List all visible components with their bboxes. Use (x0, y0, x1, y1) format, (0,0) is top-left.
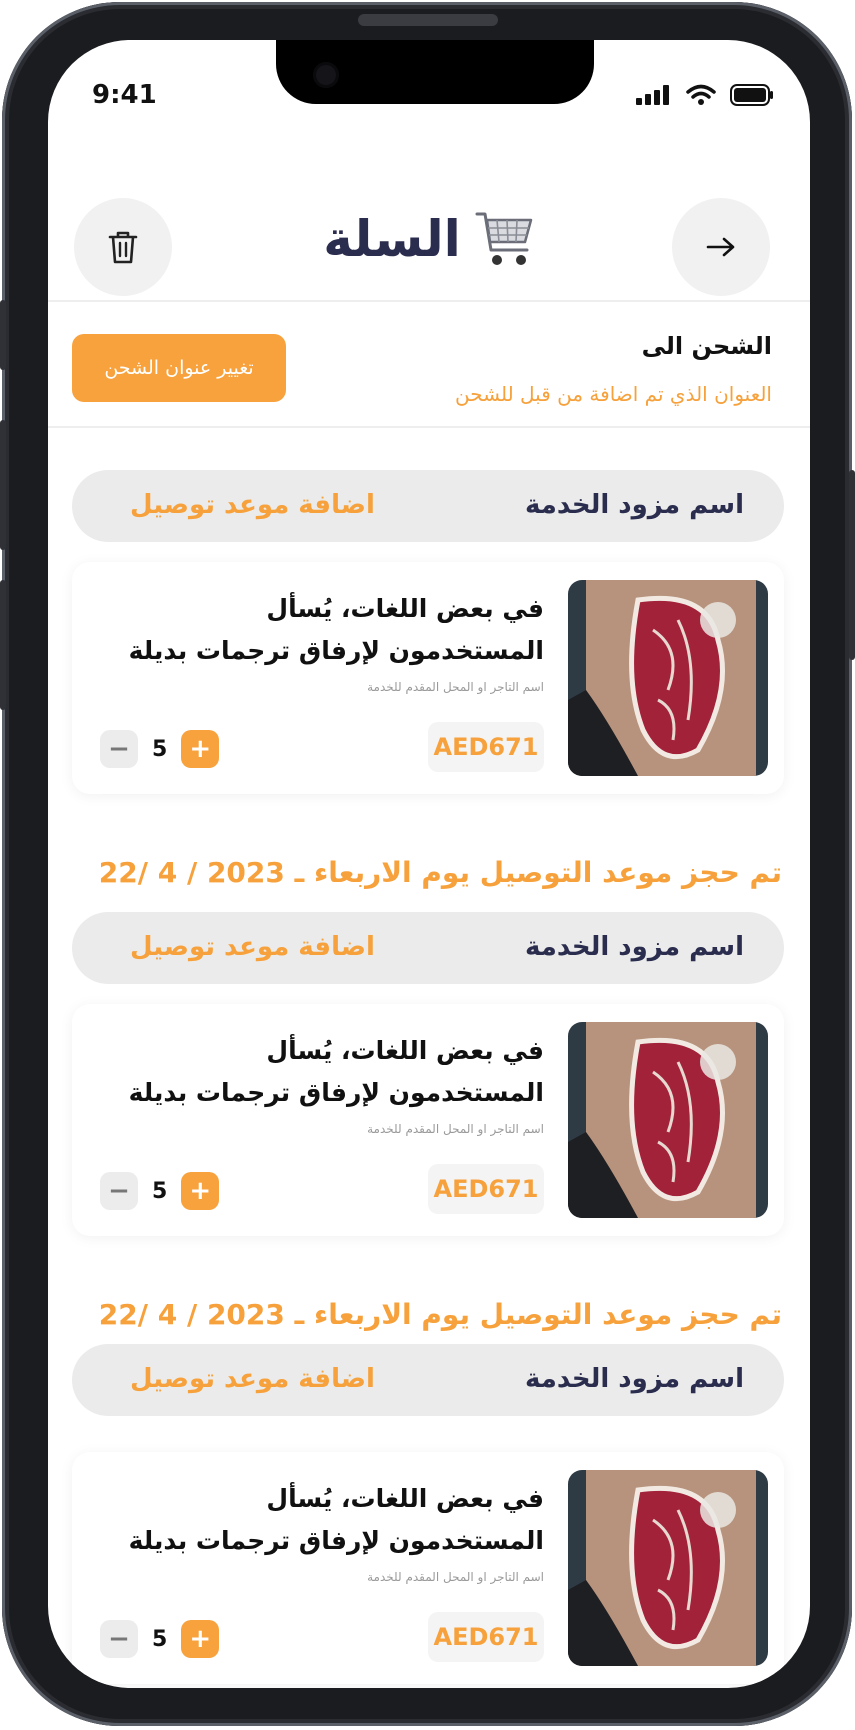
quantity-stepper: − 5 + (100, 1172, 220, 1210)
increase-qty-button[interactable]: + (181, 730, 220, 768)
product-image (568, 1022, 768, 1218)
shipping-section: الشحن الى العنوان الذي تم اضافة من قبل ل… (48, 302, 810, 426)
product-card: في بعض اللغات، يُسأل المستخدمون لإرفاق ت… (72, 562, 784, 794)
quantity-stepper: − 5 + (100, 1620, 220, 1658)
shipping-label: الشحن الى (641, 332, 772, 360)
quantity-value: 5 (152, 1178, 168, 1204)
delivery-booked-text: تم حجز موعد التوصيل يوم الاربعاء ـ 2023 … (98, 856, 782, 889)
product-title: في بعض اللغات، يُسأل المستخدمون لإرفاق ت… (128, 1036, 544, 1107)
product-price: AED671 (428, 1164, 544, 1214)
merchant-name: اسم التاجر او المحل المقدم للخدمة (367, 1570, 544, 1584)
side-button (0, 580, 6, 710)
merchant-name: اسم التاجر او المحل المقدم للخدمة (367, 1122, 544, 1136)
add-delivery-time-button[interactable]: اضافة موعد توصيل (130, 490, 375, 520)
decrease-qty-button[interactable]: − (100, 730, 138, 768)
product-title: في بعض اللغات، يُسأل المستخدمون لإرفاق ت… (128, 1484, 544, 1555)
quantity-value: 5 (152, 1626, 168, 1652)
notch (276, 40, 594, 104)
provider-name: اسم مزود الخدمة (524, 490, 744, 520)
shipping-address: العنوان الذي تم اضافة من قبل للشحن (454, 382, 772, 406)
decrease-qty-button[interactable]: − (100, 1172, 138, 1210)
provider-name: اسم مزود الخدمة (524, 1364, 744, 1394)
product-price: AED671 (428, 1612, 544, 1662)
page-title: السلة (323, 210, 461, 268)
status-time: 9:41 (92, 80, 157, 110)
add-delivery-time-button[interactable]: اضافة موعد توصيل (130, 932, 375, 962)
divider (48, 426, 810, 428)
quantity-stepper: − 5 + (100, 730, 220, 768)
shopping-cart-icon (475, 212, 533, 265)
provider-bar: اسم مزود الخدمة اضافة موعد توصيل (72, 470, 784, 542)
product-image (568, 1470, 768, 1666)
quantity-value: 5 (152, 736, 168, 762)
decrease-qty-button[interactable]: − (100, 1620, 138, 1658)
provider-name: اسم مزود الخدمة (524, 932, 744, 962)
add-delivery-time-button[interactable]: اضافة موعد توصيل (130, 1364, 375, 1394)
change-address-button[interactable]: تغيير عنوان الشحن (72, 334, 286, 402)
product-image (568, 580, 768, 776)
app-screen: 9:41 السلة الشحن الى العنوان الذي تم اضا… (48, 40, 810, 1688)
back-button[interactable] (672, 198, 770, 296)
product-price: AED671 (428, 722, 544, 772)
product-title: في بعض اللغات، يُسأل المستخدمون لإرفاق ت… (128, 594, 544, 665)
increase-qty-button[interactable]: + (181, 1172, 220, 1210)
arrow-right-icon (706, 237, 735, 257)
delivery-booked-text: تم حجز موعد التوصيل يوم الاربعاء ـ 2023 … (98, 1298, 782, 1331)
provider-bar: اسم مزود الخدمة اضافة موعد توصيل (72, 912, 784, 984)
battery-icon (730, 84, 773, 106)
status-icons (636, 84, 774, 106)
side-button (0, 420, 6, 550)
product-card: في بعض اللغات، يُسأل المستخدمون لإرفاق ت… (72, 1452, 784, 1684)
camera (313, 62, 339, 88)
provider-bar: اسم مزود الخدمة اضافة موعد توصيل (72, 1344, 784, 1416)
wifi-icon (686, 84, 716, 105)
side-button (849, 470, 855, 660)
merchant-name: اسم التاجر او المحل المقدم للخدمة (367, 680, 544, 694)
speaker-grille (358, 14, 498, 26)
signal-icon (636, 85, 669, 105)
side-button (0, 300, 6, 370)
increase-qty-button[interactable]: + (181, 1620, 220, 1658)
header: السلة (48, 150, 810, 300)
product-card: في بعض اللغات، يُسأل المستخدمون لإرفاق ت… (72, 1004, 784, 1236)
